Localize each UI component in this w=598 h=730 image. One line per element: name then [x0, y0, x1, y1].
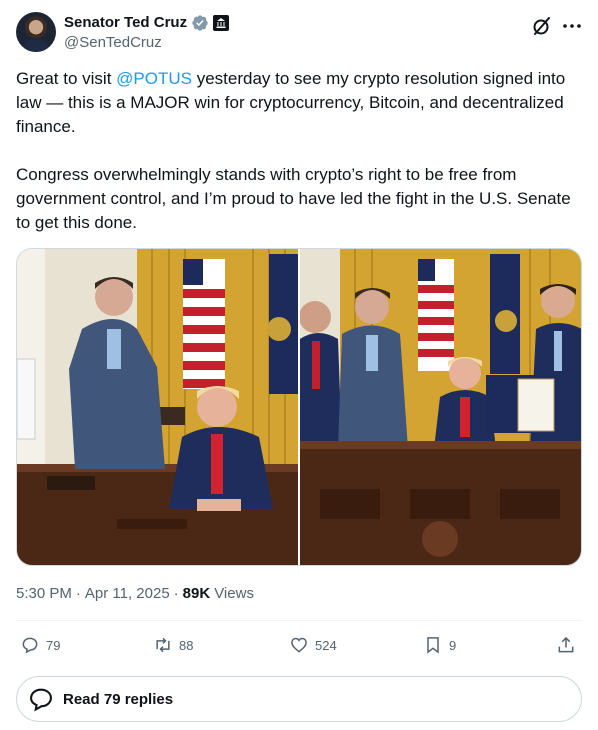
grok-icon[interactable]	[530, 14, 554, 38]
bookmark-count: 9	[449, 637, 457, 653]
tweet-text: Great to visit @POTUS yesterday to see m…	[16, 67, 582, 235]
government-affiliation-icon[interactable]	[213, 15, 230, 31]
views-count: 89K	[182, 585, 211, 602]
like-button[interactable]: 524	[289, 633, 337, 657]
photo-oval-office-1[interactable]	[17, 249, 298, 565]
share-icon	[558, 636, 574, 653]
like-count: 524	[315, 637, 337, 653]
bookmark-icon	[427, 637, 439, 654]
repost-count: 88	[179, 637, 194, 653]
meta-separator: ·	[173, 585, 179, 602]
reply-button[interactable]: 79	[20, 633, 60, 657]
reply-icon	[22, 637, 38, 654]
author-display-name[interactable]: Senator Ted Cruz	[64, 13, 187, 33]
tweet-date[interactable]: Apr 11, 2025	[85, 584, 170, 604]
mention-link[interactable]: @POTUS	[116, 69, 192, 88]
share-button[interactable]	[556, 633, 576, 657]
meta-separator: ·	[75, 585, 81, 602]
repost-button[interactable]: 88	[153, 633, 193, 657]
more-options-icon[interactable]	[560, 14, 584, 38]
bookmark-button[interactable]: 9	[423, 633, 456, 657]
reply-count: 79	[46, 637, 61, 653]
tweet-text-start: Great to visit	[16, 69, 117, 88]
author-avatar[interactable]	[16, 12, 56, 52]
divider	[16, 620, 582, 621]
author-name-row: Senator Ted Cruz	[64, 13, 230, 33]
tweet-time[interactable]: 5:30 PM	[16, 584, 72, 604]
tweet-meta: 5:30 PM · Apr 11, 2025 · 89K Views	[16, 584, 254, 604]
tweet-actions: 79 88 524 9	[16, 633, 582, 657]
read-replies-label: Read 79 replies	[63, 690, 174, 708]
tweet-media	[16, 248, 582, 566]
author-handle[interactable]: @SenTedCruz	[64, 33, 162, 53]
views-label: Views	[214, 585, 254, 602]
verified-badge-icon[interactable]	[191, 14, 209, 32]
heart-icon	[291, 637, 307, 653]
repost-icon	[156, 637, 170, 653]
read-replies-button[interactable]: Read 79 replies	[16, 676, 582, 722]
reply-icon	[30, 688, 52, 712]
tweet-text-rest: yesterday to see my crypto resolution si…	[16, 69, 571, 232]
tweet-header: Senator Ted Cruz @SenTedCruz	[16, 12, 582, 52]
photo-oval-office-2[interactable]	[300, 249, 581, 565]
